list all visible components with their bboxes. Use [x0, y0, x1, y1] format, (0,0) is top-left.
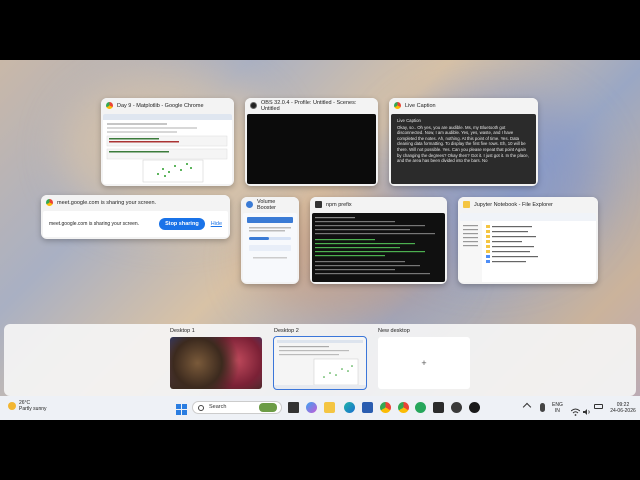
battery-icon[interactable] [594, 404, 603, 409]
new-desktop[interactable]: New desktop + [378, 328, 472, 389]
window-title: Live Caption [405, 102, 436, 109]
chrome-preview [103, 114, 232, 183]
volume-icon[interactable] [583, 403, 591, 415]
share-message: meet.google.com is sharing your screen. [49, 221, 140, 227]
weather-widget[interactable]: 26°C Partly sunny [8, 400, 47, 412]
search-placeholder: Search [209, 404, 227, 410]
desktop-2[interactable]: Desktop 2 [273, 328, 368, 390]
chevron-up-icon[interactable] [522, 402, 532, 412]
plus-icon: + [421, 358, 427, 368]
window-file-explorer[interactable]: Jupyter Notebook - File Explorer [458, 197, 598, 284]
chrome-icon [106, 102, 113, 109]
window-preview [103, 114, 232, 184]
caption-heading: Live Caption [397, 118, 421, 123]
window-title: npm prefix [326, 201, 352, 208]
terminal-preview [312, 213, 445, 282]
chrome-icon [394, 102, 401, 109]
search-icon [198, 405, 204, 411]
chrome-app-icon[interactable] [415, 402, 426, 413]
stop-sharing-button[interactable]: Stop sharing [159, 218, 205, 230]
window-title: Jupyter Notebook - File Explorer [474, 201, 553, 208]
file-explorer-icon[interactable] [324, 402, 335, 413]
window-preview [243, 213, 297, 282]
edge-icon[interactable] [344, 402, 355, 413]
new-desktop-thumbnail: + [378, 337, 470, 389]
microphone-icon[interactable] [540, 403, 545, 412]
desktop-1[interactable]: Desktop 1 [170, 328, 264, 389]
volume-booster-icon [246, 201, 253, 208]
chrome-profile-icon[interactable] [398, 402, 409, 413]
task-view: Day 9 - Matplotlib - Google Chrome OBS 3… [0, 60, 640, 420]
obs-icon [250, 102, 257, 109]
terminal-taskbar-icon[interactable] [433, 402, 444, 413]
caption-text: Okay, so.. Oh yes, you are audible. Ms, … [397, 124, 529, 164]
obs-taskbar-icon[interactable] [469, 402, 480, 413]
terminal-icon [315, 201, 322, 208]
share-bar: meet.google.com is sharing your screen. … [43, 211, 228, 237]
chrome-icon [46, 199, 53, 206]
window-npm-prefix[interactable]: npm prefix [310, 197, 447, 284]
chrome-taskbar-icon[interactable] [380, 402, 391, 413]
weather-desc: Partly sunny [19, 406, 47, 412]
desktop-2-preview [274, 337, 366, 389]
start-icon[interactable] [176, 402, 187, 415]
taskbar: 26°C Partly sunny Search ENG IN 09:22 24… [0, 396, 640, 420]
app-icon[interactable] [451, 402, 462, 413]
desktop-thumbnail [273, 336, 367, 390]
language-indicator[interactable]: ENG IN [552, 402, 563, 414]
search-box[interactable]: Search [192, 401, 282, 414]
window-meet-sharing[interactable]: meet.google.com is sharing your screen. … [41, 195, 230, 239]
virtual-desktops-bar: Desktop 1 Desktop 2 New desktop + [4, 324, 636, 396]
desktop-thumbnail [170, 337, 262, 389]
desktop-label: New desktop [378, 328, 410, 334]
window-preview [247, 114, 376, 184]
clock-date: 24-06-2026 [610, 408, 636, 414]
folder-icon [463, 201, 470, 208]
wifi-icon[interactable] [570, 403, 581, 416]
window-title: Day 9 - Matplotlib - Google Chrome [117, 102, 204, 109]
task-view-icon[interactable] [288, 402, 299, 413]
explorer-preview [460, 213, 596, 282]
copilot-icon[interactable] [306, 402, 317, 413]
lang-secondary: IN [554, 408, 560, 414]
caption-preview: Live Caption Okay, so.. Oh yes, you are … [391, 114, 536, 184]
volume-preview [247, 217, 293, 259]
window-title: OBS 32.0.4 - Profile: Untitled - Scenes:… [261, 99, 357, 112]
window-volume-booster[interactable]: Volume Booster [241, 197, 299, 284]
window-obs[interactable]: OBS 32.0.4 - Profile: Untitled - Scenes:… [245, 98, 378, 186]
desktop-label: Desktop 2 [274, 328, 299, 334]
window-live-caption[interactable]: Live Caption Live Caption Okay, so.. Oh … [389, 98, 538, 186]
search-highlight-icon [259, 403, 277, 412]
desktop-label: Desktop 1 [170, 328, 195, 334]
window-title: Volume Booster [257, 198, 276, 211]
window-chrome[interactable]: Day 9 - Matplotlib - Google Chrome [101, 98, 234, 186]
weather-icon [8, 402, 16, 410]
window-title: meet.google.com is sharing your screen. [57, 199, 157, 206]
terminal-lines [315, 217, 435, 275]
store-icon[interactable] [362, 402, 373, 413]
hide-link[interactable]: Hide [211, 221, 222, 227]
explorer-lines [460, 213, 596, 282]
clock[interactable]: 09:22 24-06-2026 [608, 402, 638, 414]
